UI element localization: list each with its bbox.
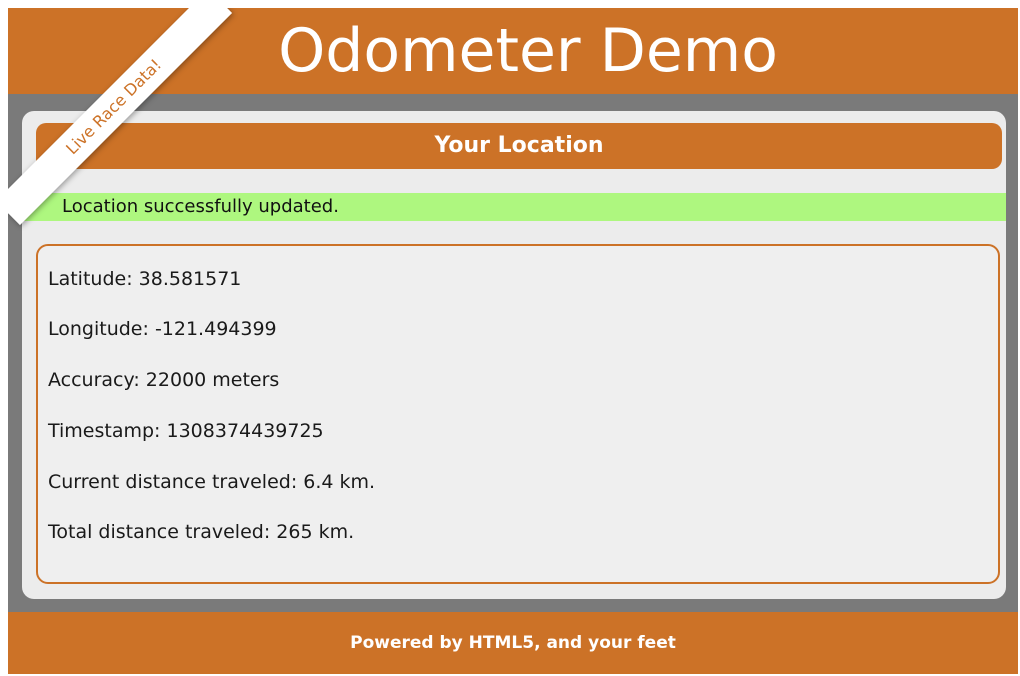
longitude-value: Longitude: -121.494399: [48, 318, 277, 340]
timestamp-value: Timestamp: 1308374439725: [48, 420, 324, 442]
main-panel: Your Location Location successfully upda…: [22, 111, 1006, 599]
total-distance-value: Total distance traveled: 265 km.: [48, 521, 355, 543]
latitude-value: Latitude: 38.581571: [48, 268, 242, 290]
app-frame: Odometer Demo Your Location Location suc…: [8, 8, 1018, 674]
page-footer: Powered by HTML5, and your feet: [8, 612, 1018, 674]
location-details-box: Latitude: 38.581571 Longitude: -121.4943…: [36, 244, 1000, 584]
status-message: Location successfully updated.: [22, 193, 1006, 221]
accuracy-value: Accuracy: 22000 meters: [48, 369, 280, 391]
current-distance-value: Current distance traveled: 6.4 km.: [48, 471, 376, 493]
section-title-bar: Your Location: [36, 123, 1002, 169]
